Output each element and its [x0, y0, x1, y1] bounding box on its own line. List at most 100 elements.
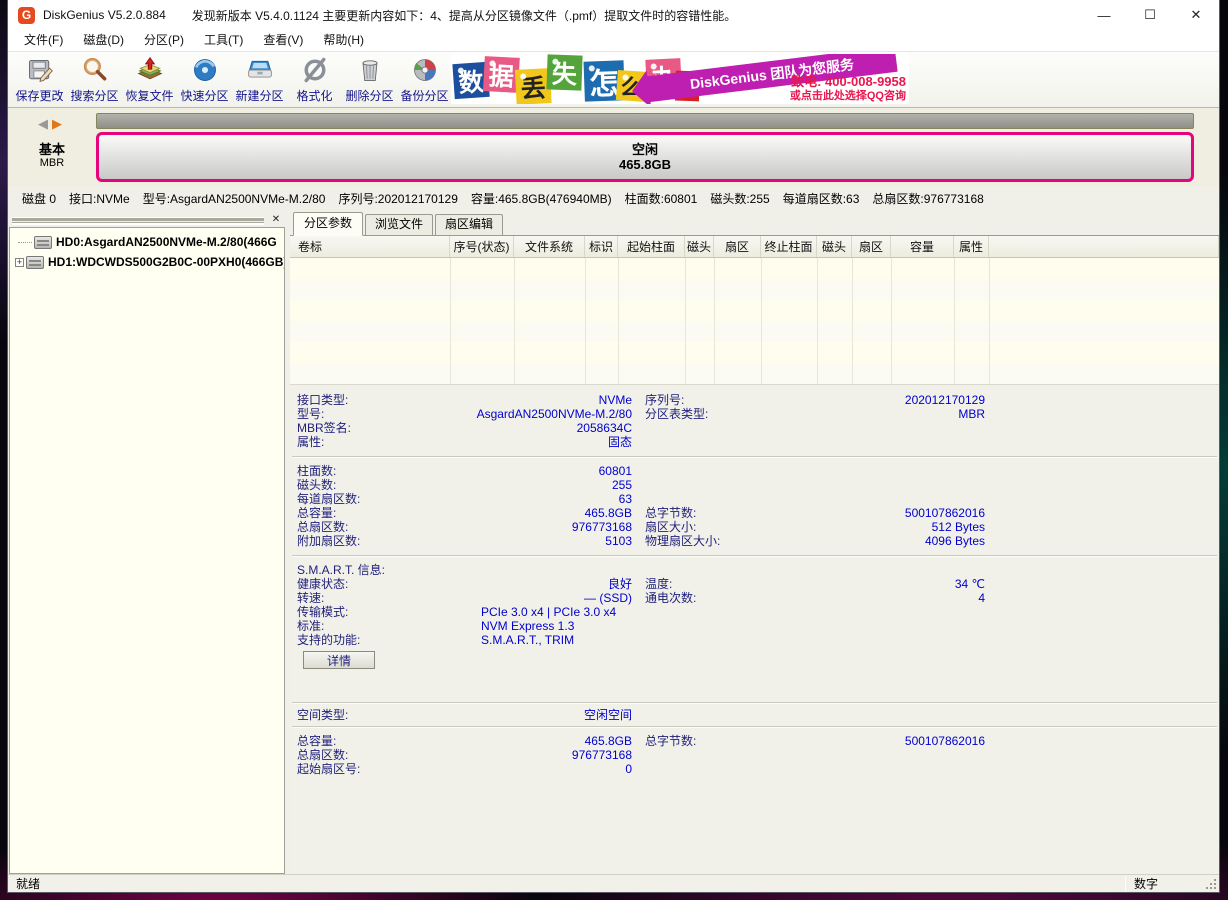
- free-space-block[interactable]: 空闲 465.8GB: [96, 132, 1194, 182]
- panel-grip[interactable]: [12, 217, 264, 223]
- disk-tree-panel: ✕ HD0:AsgardAN2500NVMe-M.2/80(466G + HD1…: [9, 212, 285, 874]
- expand-icon[interactable]: +: [15, 258, 24, 267]
- section-interface: 接口类型:NVMe序列号:202012170129 型号:AsgardAN250…: [290, 387, 1219, 456]
- free-space-size: 465.8GB: [619, 157, 671, 172]
- tab-bar: 分区参数 浏览文件 扇区编辑: [290, 212, 1219, 236]
- disk-info-segment: 磁盘 0: [22, 190, 56, 207]
- table-row: [290, 321, 1219, 342]
- menu-view[interactable]: 查看(V): [253, 30, 313, 51]
- col-start-head[interactable]: 磁头: [685, 236, 714, 257]
- col-capacity[interactable]: 容量: [891, 236, 954, 257]
- status-bar: 就绪 数字: [8, 874, 1219, 892]
- app-icon: G: [18, 7, 35, 24]
- partition-table-body[interactable]: [290, 258, 1219, 384]
- disk-info-segment: 总扇区数:976773168: [872, 190, 983, 207]
- disk-icon: [34, 236, 52, 249]
- window-title: DiskGenius V5.2.0.884: [43, 8, 166, 22]
- smart-title: S.M.A.R.T. 信息:: [290, 563, 1219, 577]
- prev-disk-icon[interactable]: ◀: [38, 116, 52, 131]
- disk-icon: [26, 256, 44, 269]
- tab-partition-params[interactable]: 分区参数: [293, 212, 363, 236]
- backup-partition-icon: [410, 55, 440, 85]
- disk-info-segment: 型号:AsgardAN2500NVMe-M.2/80: [143, 190, 326, 207]
- col-end-head[interactable]: 磁头: [817, 236, 852, 257]
- tree-item-hd0[interactable]: HD0:AsgardAN2500NVMe-M.2/80(466G: [10, 232, 284, 252]
- new-partition-icon: [245, 55, 275, 85]
- maximize-button[interactable]: ☐: [1127, 0, 1173, 30]
- table-row: [290, 300, 1219, 321]
- free-space-label: 空闲: [632, 142, 658, 157]
- menu-file[interactable]: 文件(F): [14, 30, 73, 51]
- disk-details: 接口类型:NVMe序列号:202012170129 型号:AsgardAN250…: [290, 384, 1219, 874]
- col-start-cylinder[interactable]: 起始柱面: [618, 236, 685, 257]
- app-window: G DiskGenius V5.2.0.884 发现新版本 V5.4.0.112…: [7, 0, 1220, 893]
- quick-partition-icon: [190, 55, 220, 85]
- update-notice: 发现新版本 V5.4.0.1124 主要更新内容如下：4、提高从分区镜像文件（.…: [192, 7, 1081, 24]
- table-row: [290, 342, 1219, 363]
- menu-bar: 文件(F) 磁盘(D) 分区(P) 工具(T) 查看(V) 帮助(H): [8, 30, 1219, 52]
- tree-item-hd1[interactable]: + HD1:WDCWDS500G2B0C-00PXH0(466GB): [10, 252, 284, 272]
- toolbar: 保存更改 搜索分区 恢复文件 快速分区 新建分区: [8, 52, 1219, 108]
- disk-info-segment: 柱面数:60801: [625, 190, 698, 207]
- disk-info-segment: 容量:465.8GB(476940MB): [471, 190, 612, 207]
- col-id[interactable]: 标识: [585, 236, 618, 257]
- smart-details-button[interactable]: 详情: [303, 651, 375, 669]
- col-start-sector[interactable]: 扇区: [714, 236, 761, 257]
- numlock-indicator: 数字: [1126, 875, 1204, 892]
- tab-browse-files[interactable]: 浏览文件: [365, 214, 433, 235]
- menu-disk[interactable]: 磁盘(D): [73, 30, 134, 51]
- delete-partition-button[interactable]: 删除分区: [342, 52, 397, 106]
- disk-info-segment: 每道扇区数:63: [783, 190, 860, 207]
- promo-tile: 失: [546, 54, 582, 90]
- recover-files-icon: [135, 55, 165, 85]
- disk-type-label: 基本: [8, 139, 96, 158]
- col-attributes[interactable]: 属性: [954, 236, 989, 257]
- menu-help[interactable]: 帮助(H): [313, 30, 374, 51]
- promo-qq-link[interactable]: 或点击此处选择QQ咨询: [790, 87, 906, 103]
- table-header-row: 卷标 序号(状态) 文件系统 标识 起始柱面 磁头 扇区 终止柱面 磁头 扇区 …: [290, 236, 1219, 258]
- new-partition-button[interactable]: 新建分区: [232, 52, 287, 106]
- col-filesystem[interactable]: 文件系统: [514, 236, 585, 257]
- col-end-cylinder[interactable]: 终止柱面: [761, 236, 817, 257]
- col-end-sector[interactable]: 扇区: [852, 236, 891, 257]
- save-icon: [25, 55, 55, 85]
- search-partition-button[interactable]: 搜索分区: [67, 52, 122, 106]
- delete-partition-icon: [355, 55, 385, 85]
- format-icon: [300, 55, 330, 85]
- search-icon: [80, 55, 110, 85]
- next-disk-icon[interactable]: ▶: [52, 116, 66, 131]
- backup-partition-button[interactable]: 备份分区: [397, 52, 452, 106]
- tab-sector-edit[interactable]: 扇区编辑: [435, 214, 503, 235]
- disk-overview-strip[interactable]: [96, 113, 1194, 129]
- disk-info-segment: 接口:NVMe: [69, 190, 130, 207]
- status-text: 就绪: [8, 875, 1125, 892]
- section-space-type: 空间类型:空闲空间: [290, 704, 1219, 726]
- detail-panel: 分区参数 浏览文件 扇区编辑 卷标 序号(状态) 文件系统 标识 起始柱面 磁头…: [290, 212, 1219, 874]
- disk-info-segment: 序列号:202012170129: [338, 190, 457, 207]
- menu-tools[interactable]: 工具(T): [194, 30, 253, 51]
- disk-info-segment: 磁头数:255: [710, 190, 769, 207]
- promo-banner[interactable]: 数 据 丢 失 怎 么 办 ！ DiskGenius 团队为您服务 致电: 40…: [451, 54, 909, 104]
- recover-files-button[interactable]: 恢复文件: [122, 52, 177, 106]
- col-volume-label[interactable]: 卷标: [290, 236, 450, 257]
- quick-partition-button[interactable]: 快速分区: [177, 52, 232, 106]
- section-space: 总容量:465.8GB总字节数:500107862016 总扇区数:976773…: [290, 728, 1219, 783]
- partition-scheme-label: MBR: [8, 157, 96, 169]
- col-index-status[interactable]: 序号(状态): [450, 236, 514, 257]
- close-button[interactable]: ✕: [1173, 0, 1219, 30]
- table-row: [290, 258, 1219, 279]
- section-geometry: 柱面数:60801 磁头数:255 每道扇区数:63 总容量:465.8GB总字…: [290, 458, 1219, 555]
- resize-grip[interactable]: [1204, 877, 1218, 891]
- table-row: [290, 279, 1219, 300]
- title-bar: G DiskGenius V5.2.0.884 发现新版本 V5.4.0.112…: [8, 0, 1219, 30]
- disk-info-bar: 磁盘 0 接口:NVMe 型号:AsgardAN2500NVMe-M.2/80 …: [8, 186, 1219, 211]
- section-smart: S.M.A.R.T. 信息: 健康状态:良好温度:34 ℃ 转速:— (SSD)…: [290, 557, 1219, 676]
- format-button[interactable]: 格式化: [287, 52, 342, 106]
- disk-tree: HD0:AsgardAN2500NVMe-M.2/80(466G + HD1:W…: [9, 227, 285, 874]
- table-row: [290, 363, 1219, 384]
- panel-close-icon[interactable]: ✕: [270, 214, 282, 226]
- minimize-button[interactable]: —: [1081, 0, 1127, 30]
- save-changes-button[interactable]: 保存更改: [12, 52, 67, 106]
- partition-overview-panel: ◀▶ 基本 MBR 空闲 465.8GB: [8, 108, 1219, 186]
- menu-partition[interactable]: 分区(P): [134, 30, 194, 51]
